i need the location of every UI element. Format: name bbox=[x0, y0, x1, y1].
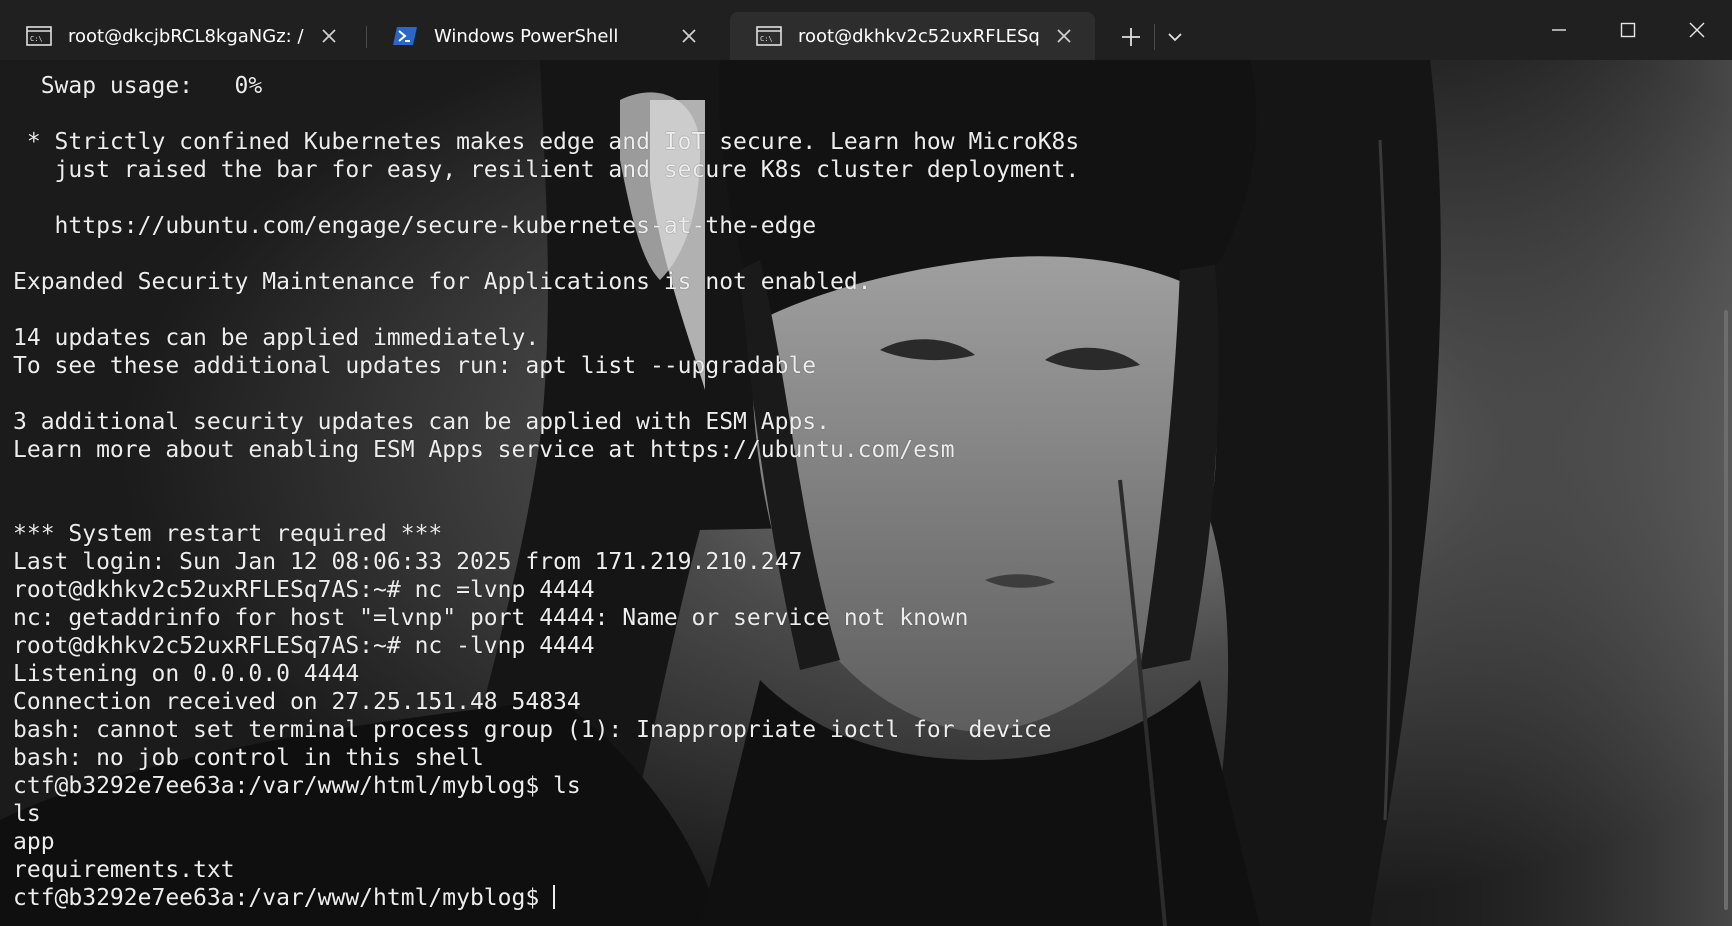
terminal-line: just raised the bar for easy, resilient … bbox=[13, 157, 1080, 183]
terminal-line: nc: getaddrinfo for host "=lvnp" port 44… bbox=[13, 605, 969, 631]
terminal-icon: C:\ bbox=[756, 26, 782, 46]
terminal-pane[interactable]: Swap usage: 0% * Strictly confined Kuber… bbox=[0, 60, 1732, 926]
terminal-line: Connection received on 27.25.151.48 5483… bbox=[13, 689, 581, 715]
plus-icon bbox=[1122, 28, 1140, 46]
terminal-line: Swap usage: 0% bbox=[13, 73, 263, 99]
terminal-line: *** System restart required *** bbox=[13, 521, 443, 547]
scrollbar-thumb[interactable] bbox=[1724, 310, 1728, 910]
prompt-line[interactable]: ctf@b3292e7ee63a:/var/www/html/myblog$ bbox=[13, 884, 1079, 912]
scrollbar[interactable] bbox=[1718, 60, 1732, 926]
terminal-line: 3 additional security updates can be app… bbox=[13, 409, 830, 435]
terminal-line: app bbox=[13, 829, 55, 855]
terminal-line: Expanded Security Maintenance for Applic… bbox=[13, 269, 872, 295]
terminal-line: * Strictly confined Kubernetes makes edg… bbox=[13, 129, 1080, 155]
chevron-down-icon bbox=[1168, 33, 1182, 42]
tab-root-dkhkv2c52uxrflesq7as[interactable]: C:\ root@dkhkv2c52uxRFLESq7AS bbox=[730, 12, 1095, 60]
terminal-line: Listening on 0.0.0.0 4444 bbox=[13, 661, 360, 687]
tab-windows-powershell[interactable]: Windows PowerShell bbox=[366, 12, 720, 60]
terminal-output[interactable]: Swap usage: 0% * Strictly confined Kuber… bbox=[13, 72, 1079, 912]
tab-root-dkcjbrcl8kganqz[interactable]: C:\ root@dkcjbRCL8kgaNGz: /var/v bbox=[0, 12, 360, 60]
maximize-button[interactable] bbox=[1593, 0, 1663, 60]
new-tab-button[interactable] bbox=[1110, 18, 1152, 56]
tab-title: root@dkhkv2c52uxRFLESq7AS bbox=[798, 25, 1039, 47]
tab-title: Windows PowerShell bbox=[434, 25, 619, 47]
terminal-line: ctf@b3292e7ee63a:/var/www/html/myblog$ l… bbox=[13, 773, 581, 799]
terminal-line: ls bbox=[13, 801, 41, 827]
tab-title: root@dkcjbRCL8kgaNGz: /var/v bbox=[68, 25, 304, 47]
svg-text:C:\: C:\ bbox=[760, 35, 773, 43]
terminal-line: bash: no job control in this shell bbox=[13, 745, 484, 771]
close-icon bbox=[1689, 22, 1705, 38]
terminal-icon: C:\ bbox=[26, 26, 52, 46]
powershell-icon bbox=[393, 27, 417, 45]
terminal-line: bash: cannot set terminal process group … bbox=[13, 717, 1052, 743]
terminal-line: To see these additional updates run: apt… bbox=[13, 353, 817, 379]
terminal-line: root@dkhkv2c52uxRFLESq7AS:~# nc =lvnp 44… bbox=[13, 577, 595, 603]
tab-bar: C:\ root@dkcjbRCL8kgaNGz: /var/v Windows… bbox=[0, 0, 1732, 60]
terminal-line: Learn more about enabling ESM Apps servi… bbox=[13, 437, 955, 463]
minimize-button[interactable] bbox=[1524, 0, 1594, 60]
tab-divider bbox=[1154, 24, 1155, 50]
close-icon[interactable] bbox=[1055, 27, 1073, 45]
minimize-icon bbox=[1552, 29, 1566, 31]
terminal-line: Last login: Sun Jan 12 08:06:33 2025 fro… bbox=[13, 549, 803, 575]
window-close-button[interactable] bbox=[1662, 0, 1732, 60]
terminal-window: C:\ root@dkcjbRCL8kgaNGz: /var/v Windows… bbox=[0, 0, 1732, 926]
terminal-line: 14 updates can be applied immediately. bbox=[13, 325, 540, 351]
svg-text:C:\: C:\ bbox=[30, 35, 43, 43]
shell-prompt: ctf@b3292e7ee63a:/var/www/html/myblog$ bbox=[13, 885, 554, 911]
terminal-line: https://ubuntu.com/engage/secure-kuberne… bbox=[13, 213, 817, 239]
close-icon[interactable] bbox=[320, 27, 338, 45]
terminal-line: requirements.txt bbox=[13, 857, 235, 883]
close-icon[interactable] bbox=[680, 27, 698, 45]
terminal-line: root@dkhkv2c52uxRFLESq7AS:~# nc -lvnp 44… bbox=[13, 633, 595, 659]
text-cursor bbox=[553, 885, 556, 909]
maximize-icon bbox=[1620, 22, 1636, 38]
tab-dropdown-button[interactable] bbox=[1158, 18, 1192, 56]
